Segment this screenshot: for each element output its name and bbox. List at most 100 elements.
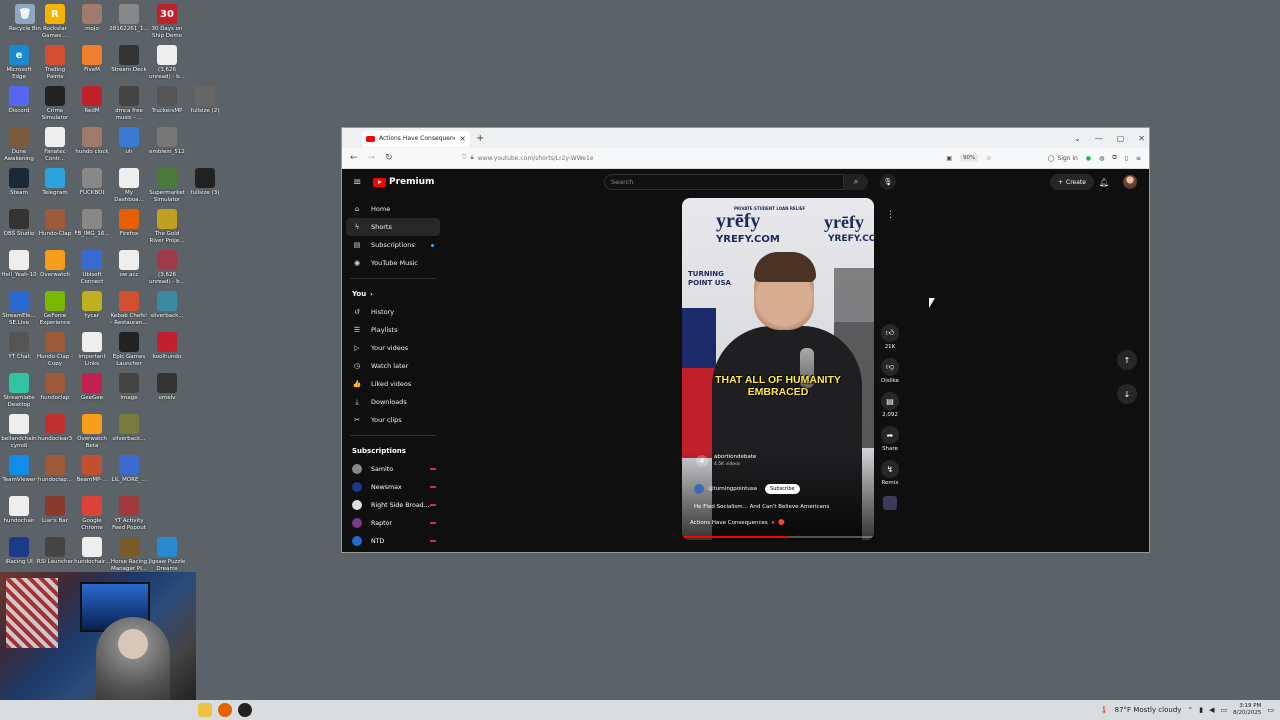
desktop-icon[interactable]: uh — [110, 127, 148, 156]
desktop-icon[interactable]: My Dashboa... — [110, 168, 148, 203]
sound-channel-thumbnail[interactable] — [883, 496, 897, 510]
youtube-logo[interactable]: Premium — [373, 177, 434, 187]
weather-text[interactable]: 87°F Mostly cloudy — [1115, 706, 1182, 714]
forward-icon[interactable]: → — [368, 153, 376, 163]
video-description[interactable]: He Fled Socialism... And Can't Believe A… — [694, 504, 829, 510]
extension-icon[interactable]: ● — [1086, 155, 1091, 162]
avatar[interactable] — [1123, 175, 1137, 189]
more-options-icon[interactable]: ⋮ — [886, 210, 895, 220]
desktop-icon[interactable]: LIL_MORE_... — [110, 455, 148, 484]
desktop-icon[interactable]: Horse Racing Manager Pl... — [110, 537, 148, 572]
desktop-icon[interactable]: hundoclap... — [36, 455, 74, 484]
file-explorer-icon[interactable] — [198, 703, 212, 717]
desktop-icon[interactable]: iRacing UI — [0, 537, 38, 566]
reader-view-icon[interactable]: ▣ — [946, 155, 952, 162]
menu-icon[interactable]: ≡ — [1136, 155, 1141, 162]
desktop-icon[interactable]: Hundo-Clap - Copy — [36, 332, 74, 367]
desktop-icon[interactable]: The Gold River Proje... — [148, 209, 186, 244]
create-button[interactable]: + Create — [1050, 174, 1094, 190]
desktop-icon[interactable]: (3,626 unread) - b... — [148, 45, 186, 80]
desktop-icon[interactable]: Firefox — [110, 209, 148, 238]
desktop-icon[interactable]: koolhundo — [148, 332, 186, 361]
desktop-icon[interactable]: hundoclap — [36, 373, 74, 402]
desktop-icon[interactable]: Overwatch Beta — [73, 414, 111, 449]
desktop-icon[interactable]: Trading Paints — [36, 45, 74, 80]
reload-icon[interactable]: ↻ — [385, 153, 393, 163]
desktop-icon[interactable]: ow acc — [110, 250, 148, 279]
minimize-icon[interactable]: — — [1095, 134, 1103, 143]
subscribe-button[interactable]: Subscribe — [765, 484, 800, 494]
weather-icon[interactable]: 🌡︎ — [1100, 706, 1109, 714]
maximize-icon[interactable]: ▢ — [1117, 134, 1125, 143]
sidebar-item-your-videos[interactable]: ▷ Your videos — [346, 339, 440, 357]
hashtag-chip[interactable]: # abortiondebate 4.5K videos — [696, 454, 756, 468]
desktop-icon[interactable]: RSI Launcher — [36, 537, 74, 566]
bookmark-star-icon[interactable]: ☆ — [986, 155, 991, 162]
shield-icon[interactable]: ⛉ — [462, 154, 467, 162]
desktop-icon[interactable]: Telegram — [36, 168, 74, 197]
remix-action[interactable]: ↯ Remix — [881, 460, 899, 486]
remix-icon[interactable]: ↯ — [881, 460, 899, 478]
desktop-icon[interactable]: TruckersMP — [148, 86, 186, 115]
comment-icon[interactable]: ▤ — [881, 392, 899, 410]
subscription-item[interactable]: Samito — [346, 460, 440, 478]
desktop-icon[interactable]: image — [110, 373, 148, 402]
sidebar-item-subscriptions[interactable]: ▤ Subscriptions — [346, 236, 440, 254]
notifications-bell-icon[interactable]: 🔔︎ — [1099, 178, 1109, 187]
subscription-item[interactable]: NTD — [346, 532, 440, 550]
desktop-icon[interactable]: GeeGee — [73, 373, 111, 402]
short-video-player[interactable]: PRIVATE STUDENT LOAN RELIEF yrēfy yrēfy … — [682, 198, 874, 540]
desktop-icon[interactable]: FUCKBOI — [73, 168, 111, 197]
desktop-icon[interactable]: mojo — [73, 4, 111, 33]
desktop-icon[interactable]: Hundo-Clap — [36, 209, 74, 238]
new-tab-icon[interactable]: + — [476, 133, 484, 144]
subscription-item[interactable]: Right Side Broad... — [346, 496, 440, 514]
sidebar-item-liked-videos[interactable]: 👍 Liked videos — [346, 375, 440, 393]
desktop-icon[interactable]: TeamViewer — [0, 455, 38, 484]
sidebar-item-shorts[interactable]: ϟ Shorts — [346, 218, 440, 236]
desktop-icon[interactable]: BeamMP-... — [73, 455, 111, 484]
zoom-level[interactable]: 90% — [960, 154, 979, 162]
subscription-item[interactable]: Raptor — [346, 514, 440, 532]
desktop-icon[interactable]: fullsize (2) — [186, 86, 224, 115]
hamburger-menu-icon[interactable]: ≡ — [353, 177, 361, 188]
close-tab-icon[interactable]: × — [459, 134, 466, 143]
tab-list-chevron-icon[interactable]: ⌄ — [1074, 134, 1081, 143]
channel-avatar[interactable] — [694, 484, 704, 494]
audio-track[interactable]: Actions Have Consequences 🔺 🔴 — [690, 520, 785, 526]
desktop-icon[interactable]: tycar — [73, 291, 111, 320]
previous-short-arrow-up-icon[interactable]: ↑ — [1117, 350, 1137, 370]
subscription-item[interactable]: Newsmax — [346, 478, 440, 496]
desktop-icon[interactable]: FiveM — [73, 45, 111, 74]
desktop-icon[interactable]: Important Links — [73, 332, 111, 367]
desktop-icon[interactable]: Kebab Chefs! - Restauran... — [110, 291, 148, 326]
browser-tab[interactable]: Actions Have Consequence × — [362, 130, 470, 147]
desktop-icon[interactable]: R Rockstar Games ... — [36, 4, 74, 39]
desktop-icon[interactable]: Epic Games Launcher — [110, 332, 148, 367]
desktop-icon[interactable]: Fanatec Contr... — [36, 127, 74, 162]
sidebar-item-downloads[interactable]: ⤓ Downloads — [346, 393, 440, 411]
desktop-icon[interactable]: YT Activity Feed Popout — [110, 496, 148, 531]
dislike-action[interactable]: 👎︎ Dislike — [881, 358, 899, 384]
back-icon[interactable]: ← — [350, 153, 358, 163]
desktop-icon[interactable]: FB_IMG_16... — [73, 209, 111, 238]
desktop-icon[interactable]: Streamlabs Desktop — [0, 373, 38, 408]
address-bar[interactable]: ⛉ 🔒︎ www.youtube.com/shorts/Lr2y-WWe1e — [462, 151, 982, 165]
share-action[interactable]: ➦ Share — [881, 426, 899, 452]
desktop-icon[interactable]: Liar's Bar — [36, 496, 74, 525]
firefox-icon[interactable] — [218, 703, 232, 717]
desktop-icon[interactable]: hundochair — [0, 496, 38, 525]
desktop-icon[interactable]: Stream Deck — [110, 45, 148, 74]
volume-icon[interactable]: ◀︎ — [1209, 706, 1214, 714]
desktop-icon[interactable]: 28162261_1... — [109, 4, 149, 33]
sidebar-item-playlists[interactable]: ☰ Playlists — [346, 321, 440, 339]
desktop-icon[interactable]: omelv — [148, 373, 186, 402]
sign-in-button[interactable]: ◯ Sign in — [1048, 155, 1078, 162]
desktop-icon[interactable]: hundochair... — [73, 537, 111, 566]
desktop-icon[interactable]: Supermarket Simulator — [148, 168, 186, 203]
sidebar-item-youtube-music[interactable]: ◉ YouTube Music — [346, 254, 440, 272]
desktop-icon[interactable]: GeForce Experience — [36, 291, 74, 326]
clock[interactable]: 3:19 PM 8/20/2025 — [1233, 703, 1261, 717]
notifications-icon[interactable]: ▭ — [1267, 706, 1274, 714]
extensions-puzzle-icon[interactable]: ⧉ — [1112, 154, 1116, 162]
